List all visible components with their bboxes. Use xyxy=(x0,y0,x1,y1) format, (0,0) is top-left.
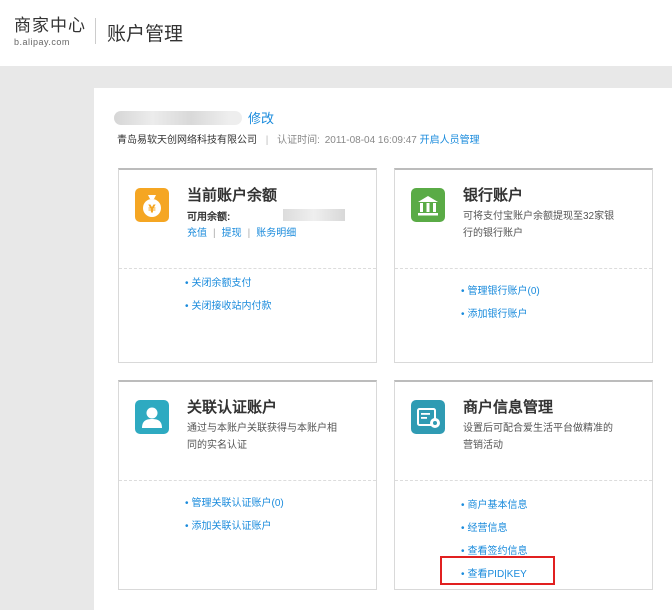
balance-link-list: • 关闭余额支付 • 关闭接收站内付款 xyxy=(185,278,272,324)
cert-time-value: 2011-08-04 16:09:47 xyxy=(324,135,417,146)
recharge-link[interactable]: 充值 xyxy=(187,228,207,239)
account-name-redacted xyxy=(114,111,242,125)
balance-card-title: 当前账户余额 xyxy=(187,187,278,204)
merchant-basic-info-link[interactable]: • 商户基本信息 xyxy=(461,500,528,512)
header-divider xyxy=(95,18,96,44)
add-linked-account-link[interactable]: • 添加关联认证账户 xyxy=(185,521,284,533)
brand-domain: b.alipay.com xyxy=(14,37,70,47)
brand-logo[interactable]: 商家中心 b.alipay.com xyxy=(14,16,86,47)
card-divider xyxy=(119,480,376,481)
available-balance-label: 可用余额: xyxy=(187,212,231,223)
svg-text:¥: ¥ xyxy=(148,203,156,216)
withdraw-link[interactable]: 提现 xyxy=(222,228,242,239)
add-bank-account-link[interactable]: • 添加银行账户 xyxy=(461,309,540,321)
merchant-card-description: 设置后可配合爱生活平台做精准的 营销活动 xyxy=(463,423,613,451)
pid-key-highlight-box xyxy=(440,556,555,585)
balance-card: ¥ 当前账户余额 可用余额: 充值 | 提现 | 账务明细 • 关闭余额支付 • 关闭接收站… xyxy=(118,168,377,363)
balance-value-redacted xyxy=(283,209,345,221)
manage-bank-accounts-link[interactable]: • 管理银行账户(0) xyxy=(461,286,540,298)
bank-link-list: • 管理银行账户(0) • 添加银行账户 xyxy=(461,286,540,332)
staff-management-link[interactable]: 开启人员管理 xyxy=(420,135,480,146)
linked-card-description: 通过与本账户关联获得与本账户相 同的实名认证 xyxy=(187,423,337,451)
linked-link-list: • 管理关联认证账户(0) • 添加关联认证账户 xyxy=(185,498,284,544)
bank-card-description: 可将支付宝账户余额提现至32家银 行的银行账户 xyxy=(463,211,615,239)
disable-balance-payment-link[interactable]: • 关闭余额支付 xyxy=(185,278,272,290)
bank-icon xyxy=(411,188,445,222)
manage-linked-accounts-link[interactable]: • 管理关联认证账户(0) xyxy=(185,498,284,510)
money-bag-icon: ¥ xyxy=(135,188,169,222)
cert-time-label: 认证时间: xyxy=(277,135,320,146)
bank-account-card: 银行账户 可将支付宝账户余额提现至32家银 行的银行账户 • 管理银行账户(0) … xyxy=(394,168,653,363)
card-divider xyxy=(395,268,652,269)
bank-card-title: 银行账户 xyxy=(463,187,524,204)
merchant-card-title: 商户信息管理 xyxy=(463,399,554,416)
account-details-link[interactable]: 账务明细 xyxy=(256,228,296,239)
linked-card-title: 关联认证账户 xyxy=(187,399,278,416)
card-divider xyxy=(119,268,376,269)
balance-actions: 充值 | 提现 | 账务明细 xyxy=(187,228,297,239)
top-header: 商家中心 b.alipay.com 账户管理 xyxy=(0,0,672,66)
info-separator: | xyxy=(265,135,269,146)
disable-internal-payment-link[interactable]: • 关闭接收站内付款 xyxy=(185,301,272,313)
user-icon xyxy=(135,400,169,434)
card-divider xyxy=(395,480,652,481)
brand-name: 商家中心 xyxy=(14,16,86,35)
company-name: 青岛易软天创网络科技有限公司 xyxy=(117,135,257,146)
settings-document-icon xyxy=(411,400,445,434)
page-title: 账户管理 xyxy=(107,24,184,45)
business-info-link[interactable]: • 经营信息 xyxy=(461,523,528,535)
modify-account-link[interactable]: 修改 xyxy=(248,111,274,127)
linked-account-card: 关联认证账户 通过与本账户关联获得与本账户相 同的实名认证 • 管理关联认证账户(… xyxy=(118,380,377,590)
account-info-line: 青岛易软天创网络科技有限公司 | 认证时间: 2011-08-04 16:09:… xyxy=(117,135,480,147)
